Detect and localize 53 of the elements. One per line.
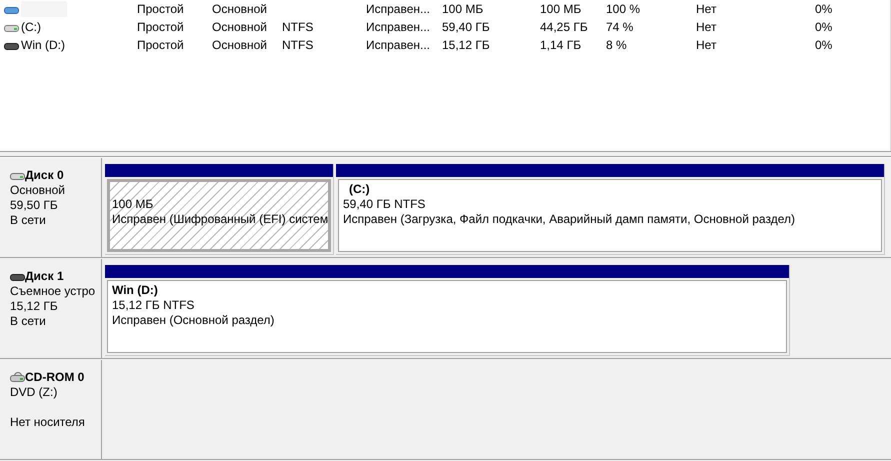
table-cell: 59,40 ГБ (442, 20, 490, 34)
partition[interactable]: (C:) 59,40 ГБ NTFS Исправен (Загрузка, Файл подкачки, Аварийный дамп памяти, Основной раздел) (336, 164, 885, 255)
table-cell: 100 МБ (442, 2, 484, 16)
table-cell: Простой (137, 38, 184, 52)
table-cell: 0% (815, 2, 832, 16)
table-cell: 44,25 ГБ (540, 20, 588, 34)
table-cell: Простой (137, 2, 184, 16)
table-cell: Исправен... (366, 20, 430, 34)
disk-info: В сети (10, 213, 47, 228)
disk-info: 59,50 ГБ (10, 198, 59, 213)
table-cell: 0% (815, 20, 832, 34)
partition-status: Исправен (Загрузка, Файл подкачки, Аварийный дамп памяти, Основной раздел) (343, 212, 796, 227)
table-cell: 0% (815, 38, 832, 52)
disk-name: Диск 1 (25, 269, 64, 284)
disk-info: Основной (10, 183, 66, 198)
partition-title: Win (D:) (112, 283, 159, 298)
table-cell: 100 МБ (540, 2, 582, 16)
table-cell: Нет (696, 20, 716, 34)
partition-title: (C:) (348, 182, 371, 197)
drive-icon (10, 170, 25, 181)
volume-name: Win (D:) (21, 38, 65, 52)
table-cell: Нет (696, 38, 716, 52)
disk-info: Съемное устро (10, 284, 96, 299)
partition-size: 100 МБ (112, 197, 154, 212)
table-cell: 8 % (606, 38, 627, 52)
disc-drive-icon (10, 372, 25, 383)
disk-info: 15,12 ГБ (10, 299, 59, 314)
disk-name: Диск 0 (25, 168, 64, 183)
table-cell: 74 % (606, 20, 634, 34)
table-cell: NTFS (282, 38, 314, 52)
partition-status: Исправен (Основной раздел) (112, 313, 276, 328)
partition-size: 15,12 ГБ NTFS (112, 298, 196, 313)
table-cell: 100 % (606, 2, 640, 16)
partition[interactable]: Win (D:) 15,12 ГБ NTFS Исправен (Основной раздел) (105, 265, 790, 356)
table-cell: Основной (212, 20, 268, 34)
volume-name: (C:) (21, 20, 41, 34)
table-cell: Основной (212, 2, 268, 16)
disk-name: CD-ROM 0 (25, 370, 84, 385)
table-cell: Простой (137, 20, 184, 34)
table-cell: Исправен... (366, 2, 430, 16)
table-cell: NTFS (282, 20, 314, 34)
drive-icon (10, 271, 25, 282)
disk-info: Нет носителя (10, 415, 86, 430)
table-cell: Основной (212, 38, 268, 52)
disk-info: В сети (10, 314, 47, 329)
partition[interactable]: 100 МБ Исправен (Шифрованный (EFI) систем (105, 164, 334, 255)
table-cell: Исправен... (366, 38, 430, 52)
table-cell: Нет (696, 2, 716, 16)
table-cell: 1,14 ГБ (540, 38, 582, 52)
partition-size: 59,40 ГБ NTFS (343, 197, 426, 212)
disk-info: DVD (Z:) (10, 385, 58, 400)
table-cell: 15,12 ГБ (442, 38, 490, 52)
partition-status: Исправен (Шифрованный (EFI) систем (112, 212, 326, 227)
